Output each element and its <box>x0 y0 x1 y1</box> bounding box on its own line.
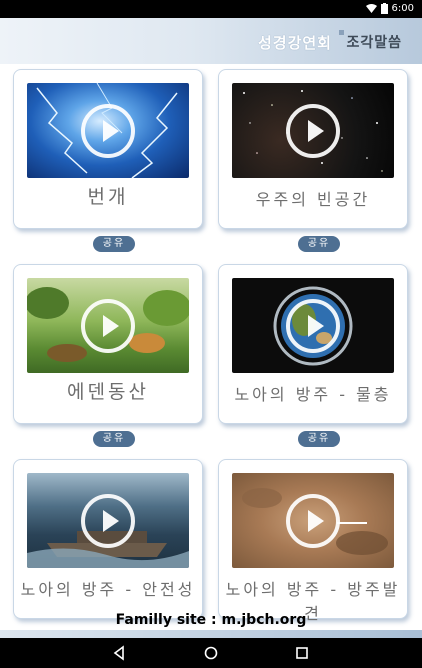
share-button[interactable]: 공유 <box>93 236 135 252</box>
app-title: 성경강연회 <box>257 34 332 52</box>
video-card-space[interactable]: 우주의 빈공간 <box>218 69 408 229</box>
video-card-eden[interactable]: 에덴동산 <box>13 264 203 424</box>
family-site-link[interactable]: Familly site : m.jbch.org <box>0 612 422 628</box>
header-separator <box>339 30 344 35</box>
status-icons: 6:00 <box>365 3 414 14</box>
video-title: 노아의 방주 - 물층 <box>234 385 392 404</box>
wifi-icon <box>365 3 377 13</box>
app-subtitle: 조각말씀 <box>346 35 402 51</box>
share-button[interactable]: 공유 <box>298 236 340 252</box>
footer-bar <box>0 630 422 638</box>
video-thumbnail[interactable] <box>232 473 394 568</box>
video-card-noah-discovery[interactable]: 노아의 방주 - 방주발견 <box>218 459 408 623</box>
navigation-bar <box>0 638 422 668</box>
video-thumbnail[interactable] <box>232 83 394 178</box>
video-title: 에덴동산 <box>67 381 149 403</box>
share-button[interactable]: 공유 <box>298 431 340 447</box>
video-title: 노아의 방주 - 안전성 <box>20 580 196 599</box>
video-thumbnail[interactable] <box>27 473 189 568</box>
video-card-lightning[interactable]: 번개 <box>13 69 203 229</box>
recents-icon[interactable] <box>294 645 310 661</box>
video-thumbnail[interactable] <box>27 83 189 178</box>
status-time: 6:00 <box>391 3 414 14</box>
play-icon[interactable] <box>286 103 340 158</box>
play-icon[interactable] <box>81 103 135 158</box>
app-header: 성경강연회 조각말씀 <box>0 18 422 64</box>
video-card-noah-water[interactable]: 노아의 방주 - 물층 <box>218 264 408 424</box>
share-button[interactable]: 공유 <box>93 431 135 447</box>
battery-icon <box>380 3 388 14</box>
video-thumbnail[interactable] <box>27 278 189 373</box>
play-icon[interactable] <box>286 493 340 548</box>
status-bar: 6:00 <box>0 0 422 18</box>
home-icon[interactable] <box>203 645 219 661</box>
back-icon[interactable] <box>112 645 128 661</box>
video-card-noah-safety[interactable]: 노아의 방주 - 안전성 <box>13 459 203 619</box>
video-thumbnail[interactable] <box>232 278 394 373</box>
video-grid[interactable]: 번개 공유 우주의 빈공간 공유 에덴동산 공유 노아의 방주 - 물층 공유 … <box>0 64 422 630</box>
play-icon[interactable] <box>286 298 340 353</box>
video-title: 우주의 빈공간 <box>255 190 371 209</box>
play-icon[interactable] <box>81 493 135 548</box>
video-title: 번개 <box>87 186 129 208</box>
play-icon[interactable] <box>81 298 135 353</box>
